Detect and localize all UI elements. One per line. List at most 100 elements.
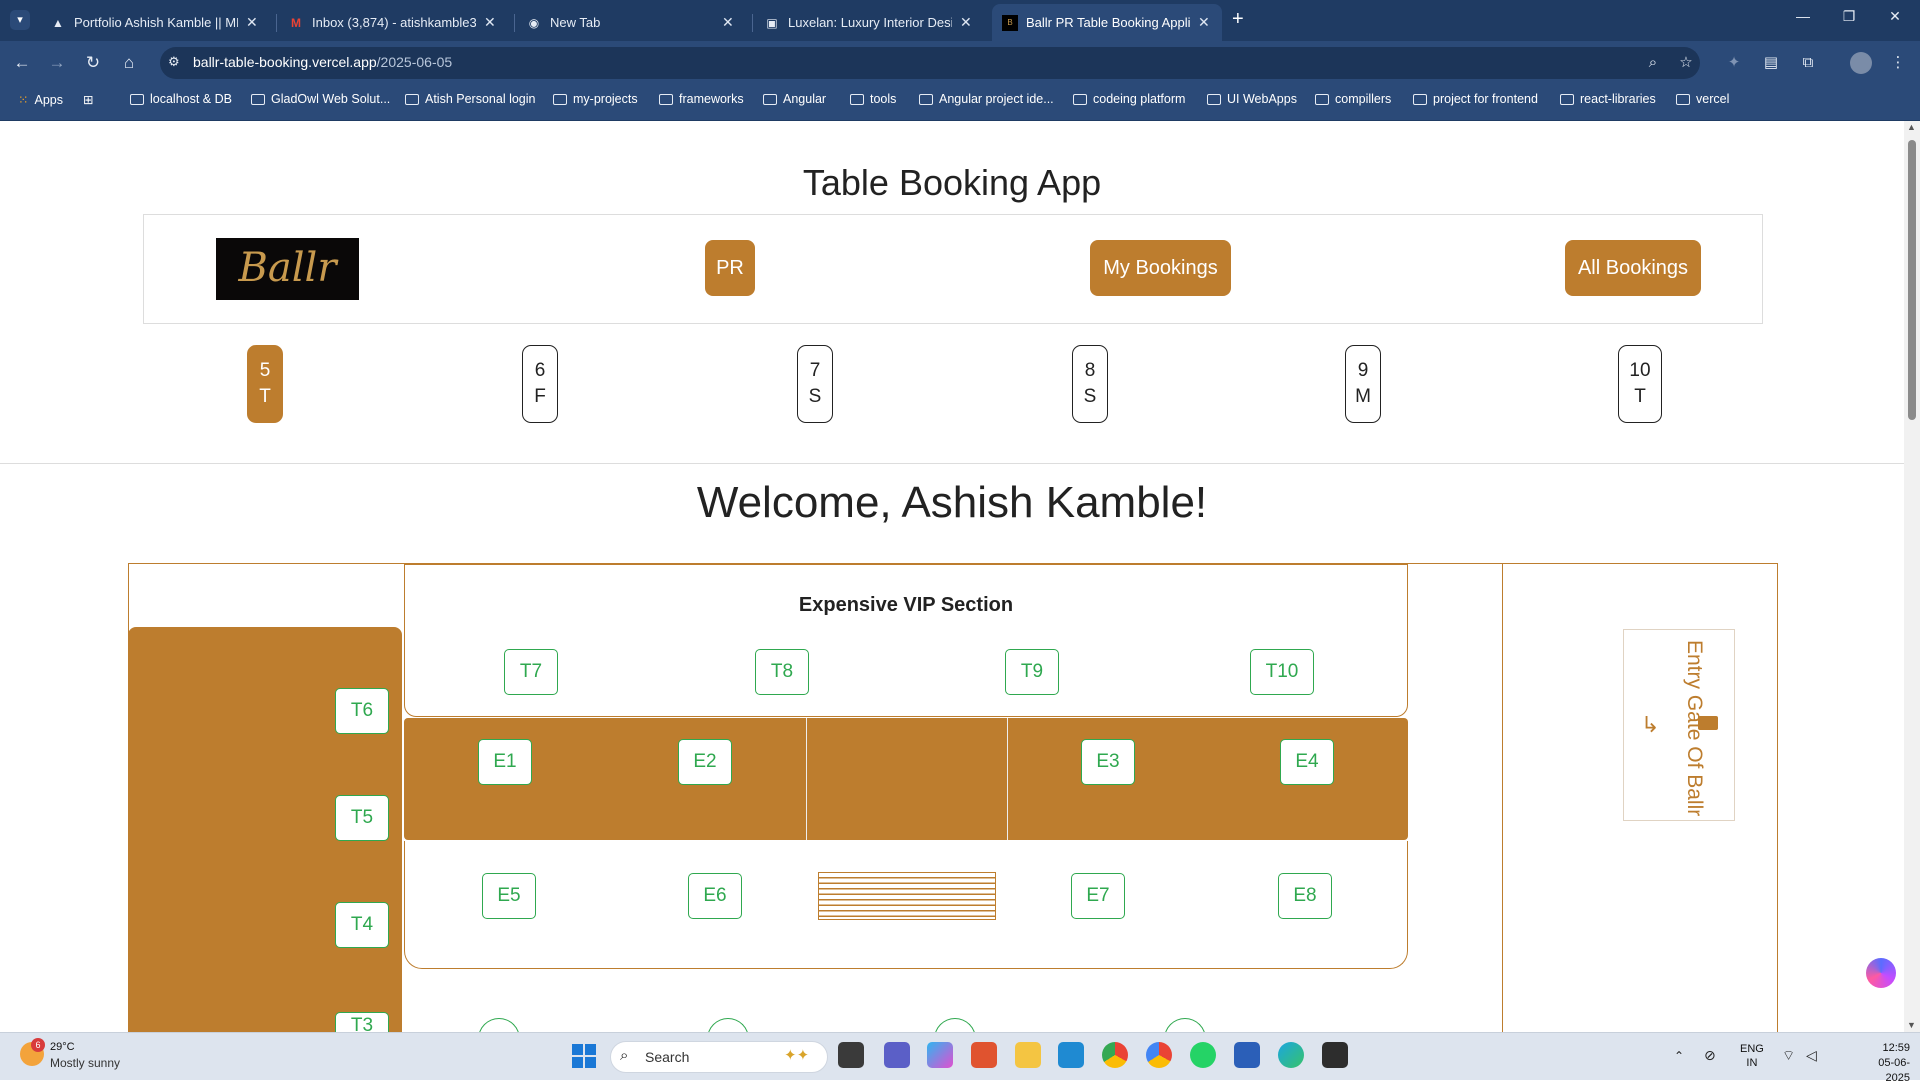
close-icon[interactable]: ✕ <box>246 14 260 31</box>
bookmark-folder[interactable]: codeing platform <box>1073 92 1185 106</box>
app-header <box>143 214 1763 324</box>
table-t5[interactable]: T5 <box>335 795 389 841</box>
ballr-logo[interactable]: Ballr <box>216 238 359 300</box>
tab-groups-icon[interactable]: ▤ <box>1760 52 1782 74</box>
scrollbar-thumb[interactable] <box>1908 140 1916 420</box>
close-icon[interactable]: ✕ <box>960 14 974 31</box>
table-e3[interactable]: E3 <box>1081 739 1135 785</box>
menu-kebab-icon[interactable]: ⋮ <box>1887 52 1909 74</box>
url-text[interactable]: ballr-table-booking.vercel.app/2025-06-0… <box>193 54 452 70</box>
bookmark-folder[interactable]: tools <box>850 92 896 106</box>
wifi-icon[interactable]: ⌔ <box>1782 1047 1795 1065</box>
back-arrow-icon[interactable]: ← <box>10 51 34 75</box>
table-e5[interactable]: E5 <box>482 873 536 919</box>
bookmark-folder[interactable]: frameworks <box>659 92 744 106</box>
pr-button[interactable]: PR <box>705 240 755 296</box>
close-icon[interactable]: ✕ <box>484 14 498 31</box>
table-e7[interactable]: E7 <box>1071 873 1125 919</box>
new-tab-plus-icon[interactable]: + <box>1232 8 1244 31</box>
scroll-down-icon[interactable]: ▼ <box>1907 1020 1916 1030</box>
day-card-10[interactable]: 10 T <box>1618 345 1662 423</box>
day-card-6[interactable]: 6F <box>522 345 558 423</box>
day-card-9[interactable]: 9M <box>1345 345 1381 423</box>
folder-icon <box>405 93 419 105</box>
file-explorer-icon[interactable] <box>1015 1042 1041 1068</box>
chrome-profile-icon[interactable] <box>1146 1042 1172 1068</box>
bookmark-folder[interactable]: Angular project ide... <box>919 92 1054 106</box>
reload-icon[interactable]: ↻ <box>81 51 105 75</box>
bookmark-folder[interactable]: localhost & DB <box>130 92 232 106</box>
bookmark-apps[interactable]: ⁙ Apps <box>18 92 63 108</box>
bookmark-folder[interactable]: vercel <box>1676 92 1729 106</box>
task-view-icon[interactable] <box>838 1042 864 1068</box>
day-card-5[interactable]: 5T <box>247 345 283 423</box>
bookmark-folder[interactable]: UI WebApps <box>1207 92 1297 106</box>
bookmark-star-icon[interactable]: ☆ <box>1675 52 1697 74</box>
bookmark-folder[interactable]: Atish Personal login <box>405 92 535 106</box>
vscode-icon[interactable] <box>1058 1042 1084 1068</box>
table-t3[interactable]: T3 <box>335 1012 389 1032</box>
table-e8[interactable]: E8 <box>1278 873 1332 919</box>
home-icon[interactable]: ⌂ <box>117 51 141 75</box>
tab-search-button[interactable]: ▾ <box>10 10 30 30</box>
tab-portfolio[interactable]: ▲ Portfolio Ashish Kamble || MERN ✕ <box>40 4 270 41</box>
terminal-icon[interactable] <box>1322 1042 1348 1068</box>
restore-icon[interactable]: ❐ <box>1834 8 1864 25</box>
bookmark-folder[interactable]: project for frontend <box>1413 92 1538 106</box>
chrome-taskbar-icon[interactable] <box>1102 1042 1128 1068</box>
my-bookings-button[interactable]: My Bookings <box>1090 240 1231 296</box>
forward-arrow-icon[interactable]: → <box>45 51 69 75</box>
table-t10[interactable]: T10 <box>1250 649 1314 695</box>
vip-section-title: Expensive VIP Section <box>798 594 1014 616</box>
windows-start-icon[interactable] <box>572 1044 596 1068</box>
edge-icon[interactable] <box>1278 1042 1304 1068</box>
whatsapp-icon[interactable] <box>1190 1042 1216 1068</box>
bookmark-folder[interactable]: react-libraries <box>1560 92 1656 106</box>
window-close-icon[interactable]: ✕ <box>1880 8 1910 25</box>
assistant-icon[interactable] <box>1866 958 1896 988</box>
table-e4[interactable]: E4 <box>1280 739 1334 785</box>
table-e1[interactable]: E1 <box>478 739 532 785</box>
extension-puzzle-icon[interactable]: ✦ <box>1723 52 1745 74</box>
tab-new-tab[interactable]: ◉ New Tab ✕ <box>516 4 746 41</box>
teams-icon[interactable] <box>884 1042 910 1068</box>
tab-gmail[interactable]: M Inbox (3,874) - atishkamble398 ✕ <box>278 4 508 41</box>
zoom-icon[interactable]: ⌕ <box>1642 52 1664 74</box>
table-e2[interactable]: E2 <box>678 739 732 785</box>
bookmark-grid-icon[interactable]: ⊞ <box>83 92 93 107</box>
tray-expand-icon[interactable]: ⌃ <box>1674 1049 1684 1063</box>
minimize-icon[interactable]: — <box>1788 8 1818 24</box>
search-placeholder: Search <box>645 1049 690 1065</box>
extensions-icon[interactable]: ⧉ <box>1797 52 1819 74</box>
tab-ballr-active[interactable]: B Ballr PR Table Booking Applicati ✕ <box>992 4 1222 41</box>
chrome-icon: ◉ <box>528 15 540 30</box>
scroll-up-icon[interactable]: ▲ <box>1907 122 1916 132</box>
profile-avatar[interactable] <box>1850 52 1872 74</box>
table-t9[interactable]: T9 <box>1005 649 1059 695</box>
day-card-7[interactable]: 7S <box>797 345 833 423</box>
xampp-icon[interactable] <box>971 1042 997 1068</box>
entry-gate <box>1623 629 1735 821</box>
bookmark-folder[interactable]: my-projects <box>553 92 638 106</box>
tab-luxelan[interactable]: ▣ Luxelan: Luxury Interior Design ✕ <box>754 4 984 41</box>
all-bookings-button[interactable]: All Bookings <box>1565 240 1701 296</box>
table-e6[interactable]: E6 <box>688 873 742 919</box>
table-t7[interactable]: T7 <box>504 649 558 695</box>
network-off-icon[interactable]: ⊘ <box>1704 1047 1716 1064</box>
table-t8[interactable]: T8 <box>755 649 809 695</box>
bookmark-folder[interactable]: GladOwl Web Solut... <box>251 92 390 106</box>
bookmark-folder[interactable]: Angular <box>763 92 826 106</box>
site-info-icon[interactable]: ⚙ <box>168 54 180 70</box>
clock[interactable]: 12:59 05-06-2025 <box>1862 1041 1910 1086</box>
bookmark-folder[interactable]: compillers <box>1315 92 1391 106</box>
language-indicator[interactable]: ENG IN <box>1740 1042 1764 1070</box>
copilot-icon[interactable] <box>927 1042 953 1068</box>
volume-icon[interactable]: ◁ <box>1806 1047 1817 1064</box>
app-title: Table Booking App <box>802 162 1102 203</box>
day-card-8[interactable]: 8S <box>1072 345 1108 423</box>
notepad-icon[interactable] <box>1234 1042 1260 1068</box>
table-t6[interactable]: T6 <box>335 688 389 734</box>
close-icon[interactable]: ✕ <box>1198 14 1212 31</box>
close-icon[interactable]: ✕ <box>722 14 736 31</box>
table-t4[interactable]: T4 <box>335 902 389 948</box>
